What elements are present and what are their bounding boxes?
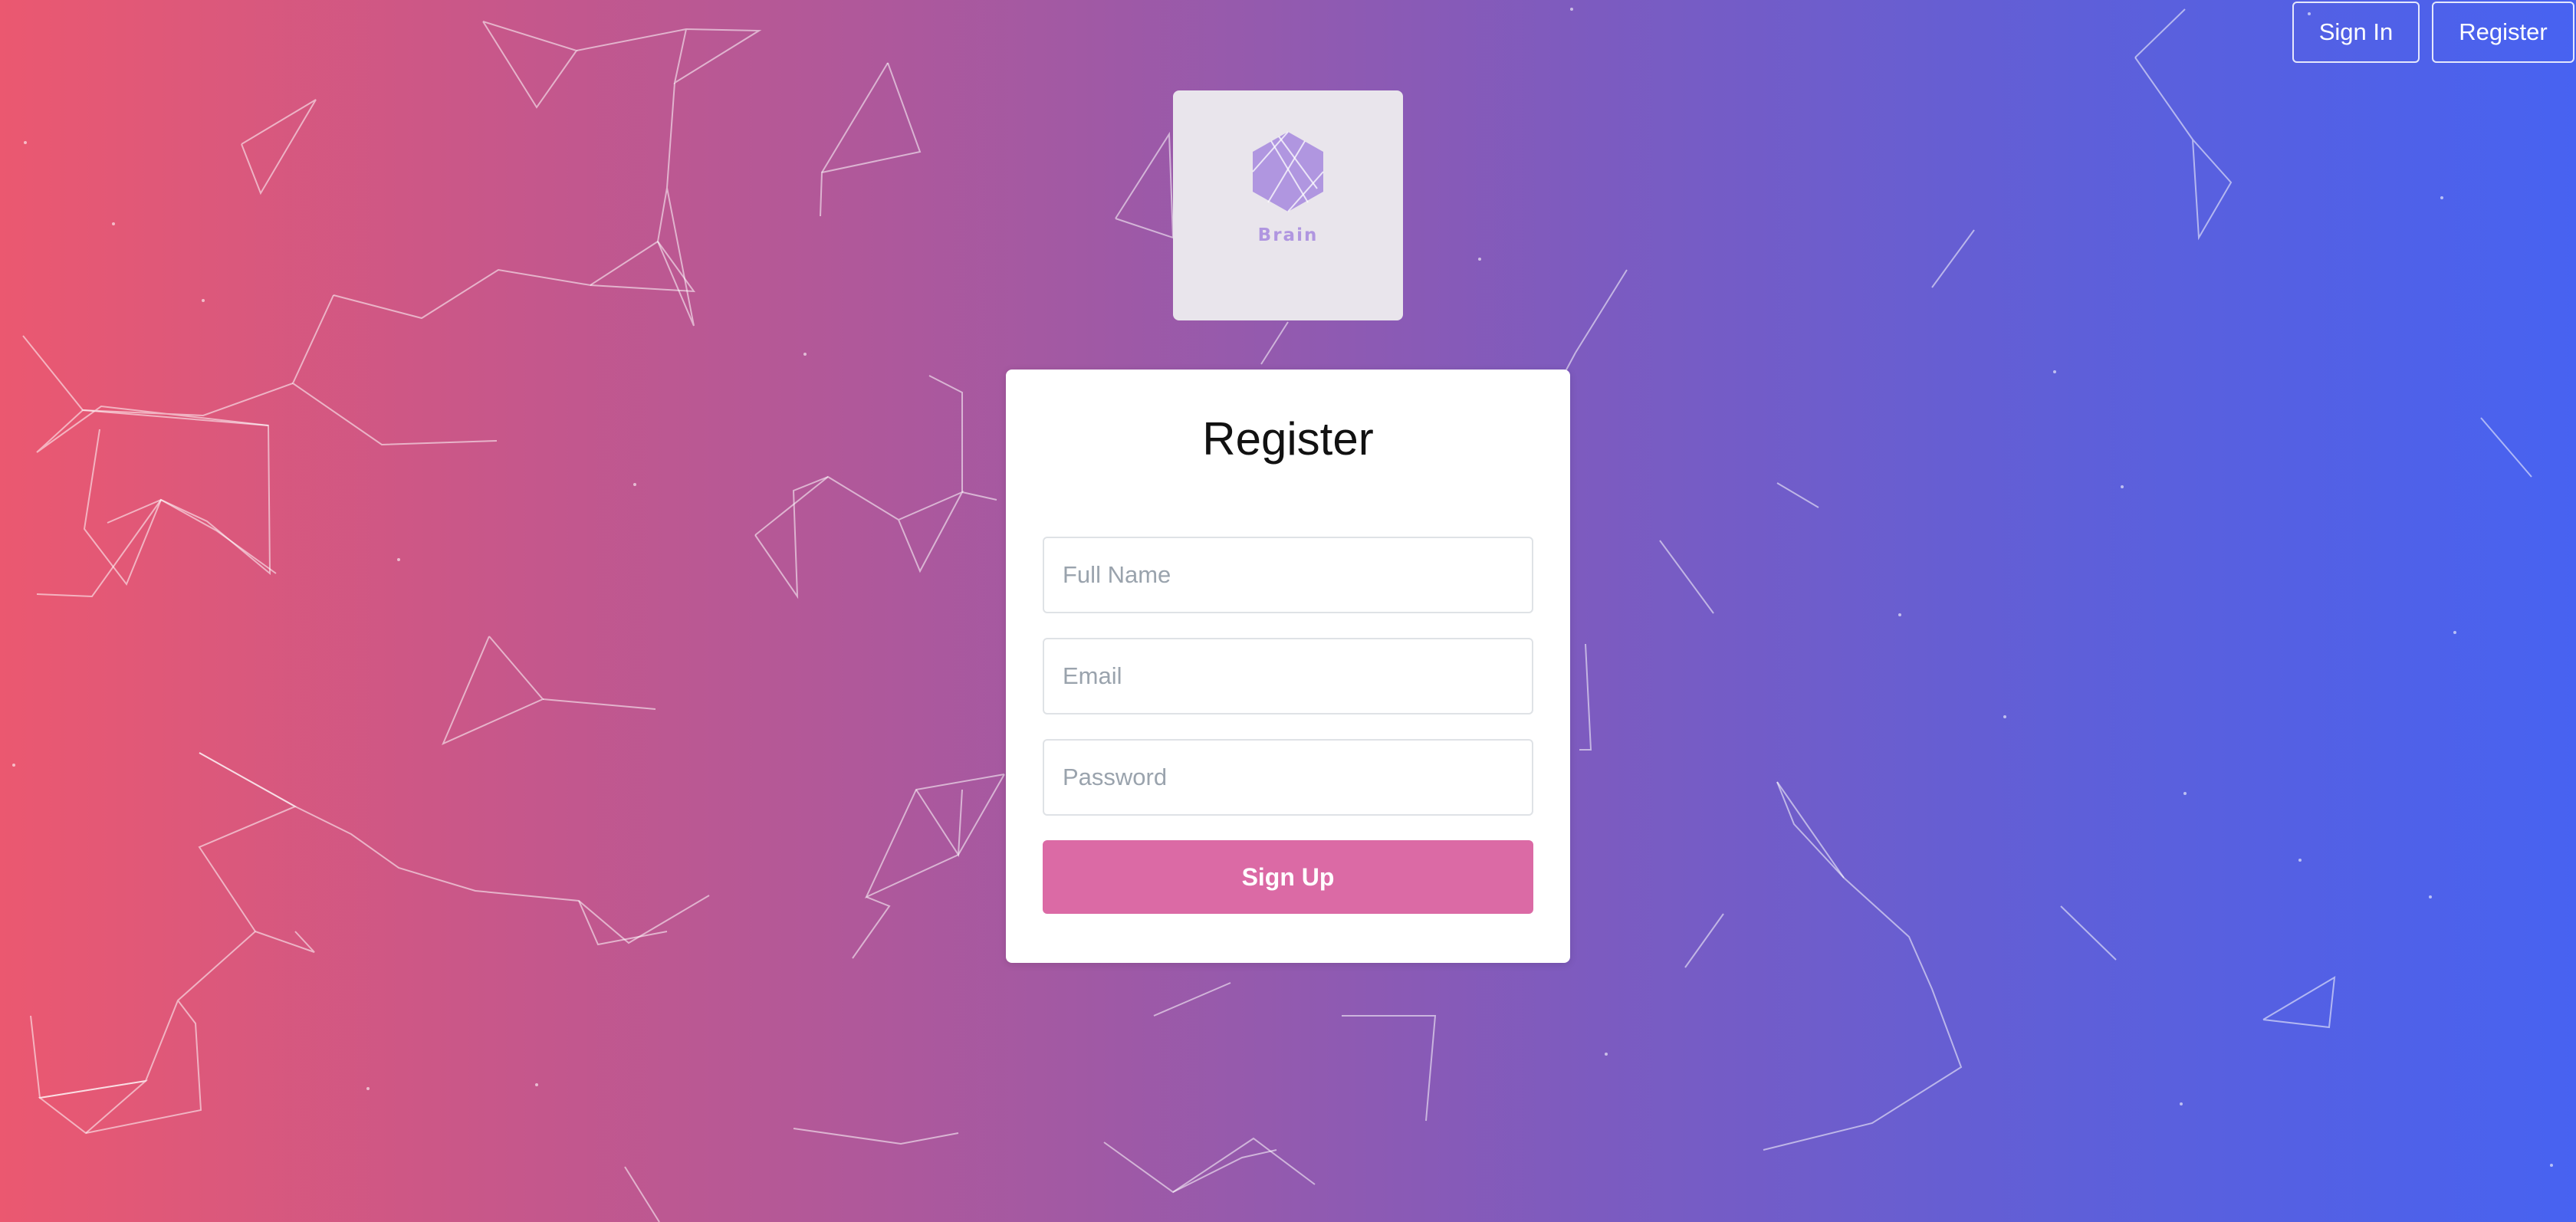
form-title: Register <box>1202 413 1374 465</box>
hexagon-brain-logo-icon <box>1252 131 1324 212</box>
register-nav-button[interactable]: Register <box>2432 2 2574 63</box>
register-form-card: Register Sign Up <box>1006 370 1570 963</box>
password-input[interactable] <box>1043 739 1533 816</box>
brain-logo: Brain <box>1173 90 1403 320</box>
sign-up-button[interactable]: Sign Up <box>1043 840 1533 914</box>
logo-text: Brain <box>1257 225 1319 245</box>
sign-in-button[interactable]: Sign In <box>2292 2 2420 63</box>
email-input[interactable] <box>1043 638 1533 714</box>
full-name-input[interactable] <box>1043 537 1533 613</box>
